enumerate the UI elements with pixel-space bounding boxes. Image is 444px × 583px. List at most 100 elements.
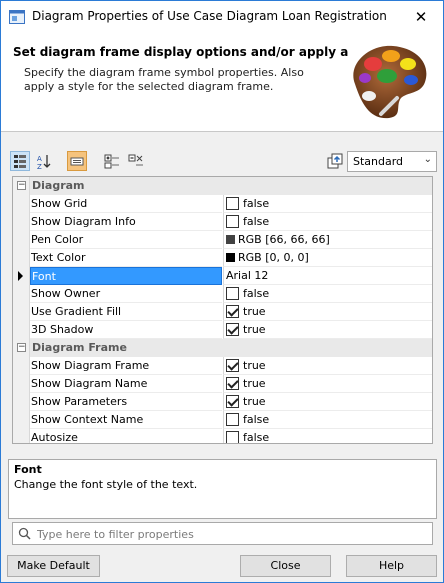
property-value-text: false — [243, 413, 270, 426]
property-group[interactable]: − Diagram — [13, 177, 432, 195]
row-gutter — [13, 429, 30, 443]
collapse-all-button[interactable] — [126, 151, 146, 171]
property-value[interactable]: Arial 12 — [223, 267, 432, 285]
row-gutter: − — [13, 339, 30, 357]
close-button[interactable]: Close — [240, 555, 331, 577]
dialog-window: Diagram Properties of Use Case Diagram L… — [0, 0, 444, 583]
sort-alphabetical-icon: A Z — [37, 155, 51, 171]
property-row[interactable]: Autosize false — [13, 429, 432, 443]
row-gutter — [13, 195, 30, 213]
row-gutter: − — [13, 177, 30, 195]
row-gutter — [13, 285, 30, 303]
property-row[interactable]: Show Diagram Info false — [13, 213, 432, 231]
property-name[interactable]: Show Diagram Info — [30, 213, 222, 231]
description-box: Font Change the font style of the text. — [8, 459, 437, 519]
property-name[interactable]: 3D Shadow — [30, 321, 222, 339]
property-value-text: true — [243, 323, 266, 336]
property-value[interactable]: false — [223, 213, 432, 231]
checkbox[interactable] — [226, 305, 239, 318]
property-value[interactable]: true — [223, 393, 432, 411]
property-group[interactable]: − Diagram Frame — [13, 339, 432, 357]
row-gutter — [13, 303, 30, 321]
property-row[interactable]: Show Owner false — [13, 285, 432, 303]
categorized-view-icon — [14, 155, 26, 168]
title-bar: Diagram Properties of Use Case Diagram L… — [1, 1, 443, 32]
close-icon[interactable]: ✕ — [411, 7, 431, 27]
property-value-text: false — [243, 287, 270, 300]
property-value[interactable]: RGB [0, 0, 0] — [223, 249, 432, 267]
property-row[interactable]: Show Grid false — [13, 195, 432, 213]
checkbox[interactable] — [226, 323, 239, 336]
property-row[interactable]: Show Parameters true — [13, 393, 432, 411]
apply-style-icon — [327, 153, 343, 169]
categorized-view-button[interactable] — [10, 151, 30, 171]
row-gutter — [13, 411, 30, 429]
current-row-arrow-icon — [18, 271, 23, 281]
row-gutter — [13, 249, 30, 267]
filter-input[interactable] — [35, 525, 429, 543]
property-name[interactable]: Font — [30, 267, 222, 285]
row-gutter — [13, 357, 30, 375]
help-button[interactable]: Help — [346, 555, 437, 577]
apply-style-button[interactable] — [325, 151, 345, 171]
property-name[interactable]: Show Diagram Name — [30, 375, 222, 393]
property-value[interactable]: RGB [66, 66, 66] — [223, 231, 432, 249]
checkbox[interactable] — [226, 215, 239, 228]
property-row[interactable]: Pen Color RGB [66, 66, 66] — [13, 231, 432, 249]
property-name[interactable]: Text Color — [30, 249, 222, 267]
property-name[interactable]: Show Context Name — [30, 411, 222, 429]
checkbox[interactable] — [226, 395, 239, 408]
group-label: Diagram — [32, 179, 85, 192]
standard-mode-button[interactable] — [67, 151, 87, 171]
property-name[interactable]: Use Gradient Fill — [30, 303, 222, 321]
property-value[interactable]: true — [223, 303, 432, 321]
property-row[interactable]: Font Arial 12 — [13, 267, 432, 285]
property-row[interactable]: Use Gradient Fill true — [13, 303, 432, 321]
window-title: Diagram Properties of Use Case Diagram L… — [32, 9, 387, 23]
row-gutter — [13, 231, 30, 249]
svg-text:Z: Z — [37, 163, 42, 170]
property-value[interactable]: true — [223, 375, 432, 393]
property-toolbar: A Z Standard ⌄ — [7, 147, 439, 173]
standard-mode-icon — [70, 157, 84, 166]
color-swatch[interactable] — [226, 235, 235, 244]
property-name[interactable]: Show Grid — [30, 195, 222, 213]
property-value[interactable]: false — [223, 285, 432, 303]
property-name[interactable]: Show Diagram Frame — [30, 357, 222, 375]
checkbox[interactable] — [226, 359, 239, 372]
checkbox[interactable] — [226, 287, 239, 300]
property-value[interactable]: false — [223, 429, 432, 443]
color-swatch[interactable] — [226, 253, 235, 262]
row-gutter — [13, 375, 30, 393]
property-name[interactable]: Show Parameters — [30, 393, 222, 411]
checkbox[interactable] — [226, 197, 239, 210]
sort-alphabetical-button[interactable]: A Z — [34, 151, 54, 171]
style-select[interactable]: Standard ⌄ — [347, 151, 437, 172]
property-value[interactable]: true — [223, 357, 432, 375]
filter-box — [12, 522, 433, 545]
property-row[interactable]: 3D Shadow true — [13, 321, 432, 339]
checkbox[interactable] — [226, 413, 239, 426]
chevron-down-icon: ⌄ — [423, 154, 432, 165]
property-value[interactable]: true — [223, 321, 432, 339]
property-name[interactable]: Autosize — [30, 429, 222, 443]
collapse-icon[interactable]: − — [17, 343, 26, 352]
app-icon — [9, 10, 25, 24]
property-name[interactable]: Show Owner — [30, 285, 222, 303]
checkbox[interactable] — [226, 431, 239, 443]
make-default-button[interactable]: Make Default — [7, 555, 100, 577]
property-value-text: false — [243, 197, 270, 210]
property-value[interactable]: false — [223, 411, 432, 429]
property-row[interactable]: Show Context Name false — [13, 411, 432, 429]
palette-icon — [353, 45, 427, 119]
property-row[interactable]: Show Diagram Frame true — [13, 357, 432, 375]
checkbox[interactable] — [226, 377, 239, 390]
property-name[interactable]: Pen Color — [30, 231, 222, 249]
collapse-icon[interactable]: − — [17, 181, 26, 190]
expand-all-button[interactable] — [102, 151, 122, 171]
property-row[interactable]: Show Diagram Name true — [13, 375, 432, 393]
property-value[interactable]: false — [223, 195, 432, 213]
property-value-text: true — [243, 395, 266, 408]
property-row[interactable]: Text Color RGB [0, 0, 0] — [13, 249, 432, 267]
property-value-text: true — [243, 377, 266, 390]
